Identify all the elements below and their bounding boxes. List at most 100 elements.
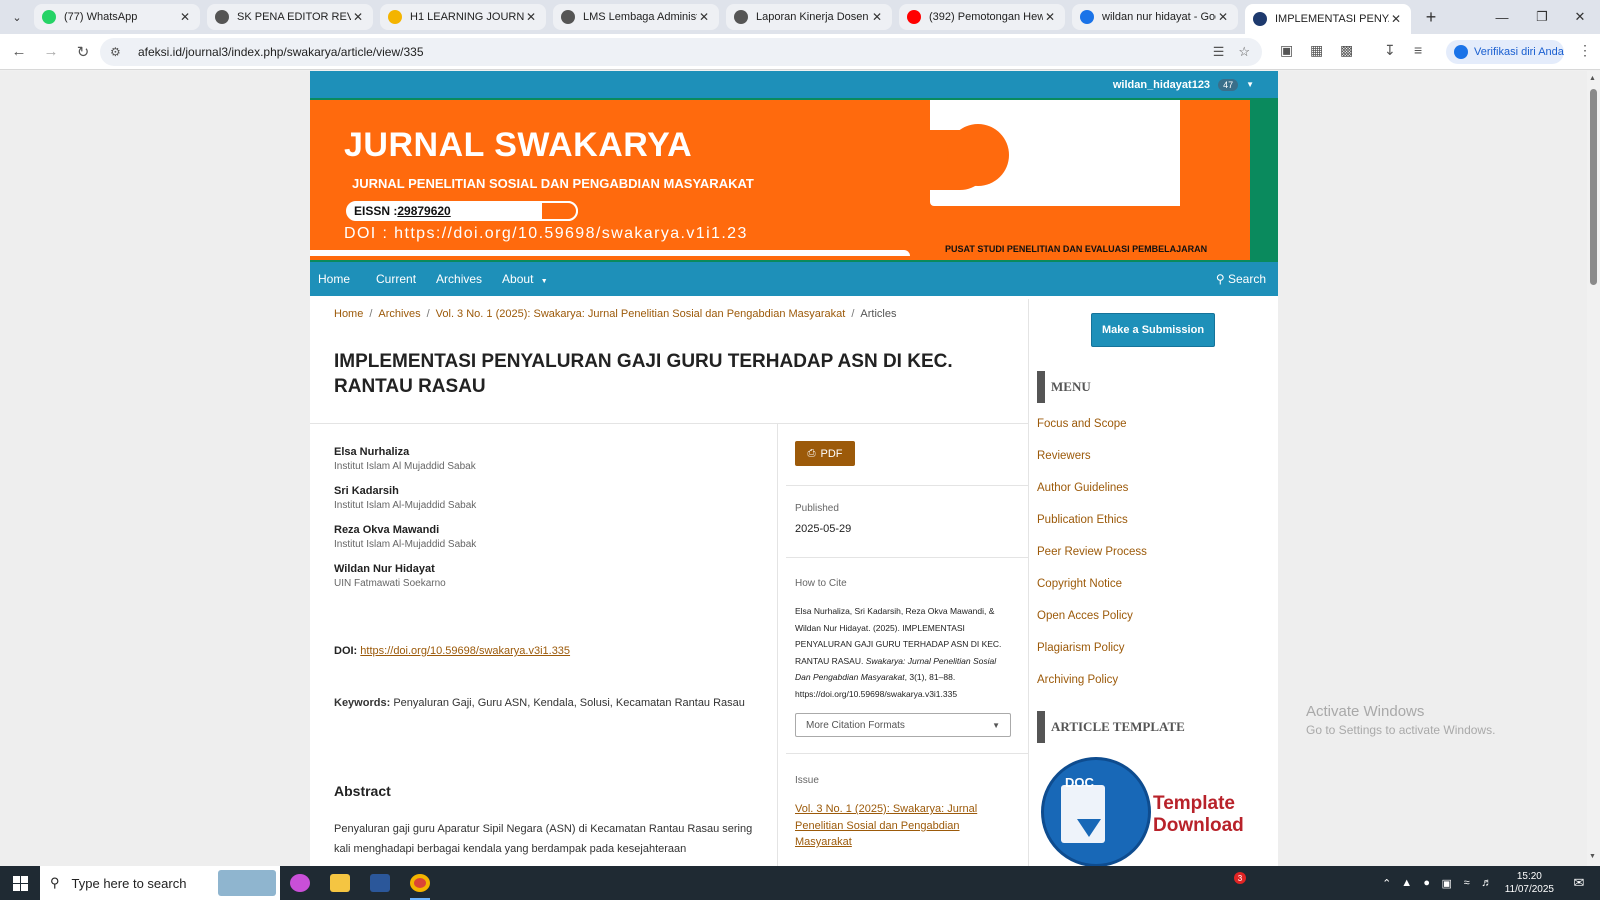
- author-affiliation: Institut Islam Al Mujaddid Sabak: [334, 461, 476, 472]
- cast-icon[interactable]: ▣: [1280, 42, 1293, 59]
- close-window-icon[interactable]: ✕: [1560, 0, 1600, 34]
- minimize-icon[interactable]: —: [1482, 0, 1522, 34]
- sidebar-menu-link[interactable]: Peer Review Process: [1037, 546, 1147, 558]
- details-divider: [786, 557, 1028, 558]
- bookmark-star-icon[interactable]: ☆: [1238, 44, 1250, 60]
- sidebar-menu-link[interactable]: Open Acces Policy: [1037, 610, 1133, 622]
- sidebar-menu-link[interactable]: Author Guidelines: [1037, 482, 1128, 494]
- tab-close-icon[interactable]: ✕: [178, 10, 192, 24]
- notification-center-icon[interactable]: ✉: [1568, 875, 1590, 891]
- download-icon[interactable]: ↧: [1384, 42, 1396, 59]
- tab-title: (392) Pemotongan Hewan: [929, 11, 1043, 23]
- citation-formats-select[interactable]: More Citation Formats ▼: [795, 713, 1011, 737]
- tab-close-icon[interactable]: ✕: [351, 10, 365, 24]
- sidebar-menu-link[interactable]: Copyright Notice: [1037, 578, 1122, 590]
- nav-about[interactable]: About ▼: [502, 272, 548, 286]
- author-affiliation: Institut Islam Al-Mujaddid Sabak: [334, 500, 477, 511]
- tab-close-icon[interactable]: ✕: [1216, 10, 1230, 24]
- windows-taskbar: ⚲ Type here to search ⌃ ▲ ● ▣ ≈ ♬ 15:20 …: [0, 866, 1600, 900]
- browser-tab[interactable]: LMS Lembaga Administrasi✕: [553, 4, 719, 30]
- search-magnifier-icon: ⚲: [50, 875, 60, 890]
- file-explorer-icon[interactable]: [320, 866, 360, 900]
- translate-icon[interactable]: ☰: [1213, 44, 1225, 60]
- browser-tab[interactable]: wildan nur hidayat - Goog ✕: [1072, 4, 1238, 30]
- address-bar[interactable]: ⚙ afeksi.id/journal3/index.php/swakarya/…: [100, 38, 1262, 66]
- web-page: wildan_hidayat123 47 ▼ JURNAL SWAKARYA J…: [0, 71, 1587, 866]
- security-shield-icon[interactable]: ▲: [1397, 877, 1417, 889]
- browser-tab[interactable]: IMPLEMENTASI PENYALU✕: [1245, 4, 1411, 34]
- start-button[interactable]: [0, 866, 40, 900]
- restore-icon[interactable]: ❐: [1522, 0, 1562, 34]
- tab-close-icon[interactable]: ✕: [524, 10, 538, 24]
- published-label: Published: [795, 503, 839, 514]
- taskbar-search-box[interactable]: ⚲ Type here to search: [40, 866, 280, 900]
- display-icon[interactable]: ▣: [1437, 877, 1457, 890]
- app-tray-icon[interactable]: ●: [1417, 877, 1437, 889]
- tab-close-icon[interactable]: ✕: [1043, 10, 1057, 24]
- new-tab-plus-icon[interactable]: +: [1418, 4, 1444, 30]
- user-dropdown-caret-icon[interactable]: ▼: [1246, 80, 1254, 89]
- issue-link[interactable]: Vol. 3 No. 1 (2025): Swakarya: Jurnal Pe…: [795, 801, 1005, 851]
- browser-tab[interactable]: (77) WhatsApp ✕: [34, 4, 200, 30]
- tab-close-icon[interactable]: ✕: [870, 10, 884, 24]
- article-doi: DOI: https://doi.org/10.59698/swakarya.v…: [334, 645, 570, 657]
- youtube-icon: [907, 10, 921, 24]
- sidebar-menu-link[interactable]: Reviewers: [1037, 450, 1091, 462]
- reload-icon[interactable]: ↻: [68, 37, 98, 67]
- pdf-button[interactable]: ⎙ PDF: [795, 441, 855, 466]
- nav-search[interactable]: ⚲ Search: [1216, 272, 1266, 286]
- wifi-icon[interactable]: ≈: [1457, 877, 1477, 889]
- sidebar-menu-link[interactable]: Focus and Scope: [1037, 418, 1127, 430]
- sidebar-menu-link[interactable]: Plagiarism Policy: [1037, 642, 1125, 654]
- browser-tab[interactable]: SK PENA EDITOR REVIEWER✕: [207, 4, 373, 30]
- browser-menu-icon[interactable]: ⋮: [1578, 42, 1592, 59]
- page-scrollbar[interactable]: ▲ ▼: [1587, 71, 1600, 866]
- details-divider: [786, 485, 1028, 486]
- tab-close-icon[interactable]: ✕: [697, 10, 711, 24]
- extensions-puzzle-icon[interactable]: ▩: [1340, 42, 1353, 59]
- journal-icon: [1253, 12, 1267, 26]
- eissn-pill-tail: [540, 201, 578, 221]
- scroll-down-arrow-icon[interactable]: ▼: [1589, 853, 1596, 860]
- browser-tab[interactable]: H1 LEARNING JOURNAL N✕: [380, 4, 546, 30]
- nav-archives[interactable]: Archives: [436, 272, 482, 286]
- nav-about-label: About: [502, 272, 534, 286]
- copilot-app-icon[interactable]: [280, 866, 320, 900]
- forward-arrow-icon[interactable]: →: [36, 37, 66, 67]
- title-divider: [310, 423, 1028, 424]
- make-submission-button[interactable]: Make a Submission: [1091, 313, 1215, 347]
- scroll-thumb[interactable]: [1590, 89, 1597, 285]
- speaker-icon[interactable]: ♬: [1477, 877, 1497, 889]
- media-queue-icon[interactable]: ≡: [1414, 42, 1422, 58]
- extension-palette-icon[interactable]: ▦: [1310, 42, 1323, 59]
- sidebar-menu-link[interactable]: Archiving Policy: [1037, 674, 1118, 686]
- tab-close-icon[interactable]: ✕: [1389, 12, 1403, 26]
- template-doc-label: DOC: [1065, 775, 1094, 790]
- crumb-issue[interactable]: Vol. 3 No. 1 (2025): Swakarya: Jurnal Pe…: [436, 308, 846, 320]
- chrome-app-icon[interactable]: [400, 866, 440, 900]
- column-divider: [777, 423, 778, 866]
- word-app-icon[interactable]: [360, 866, 400, 900]
- crumb-archives[interactable]: Archives: [378, 308, 420, 320]
- author-list: Elsa Nurhaliza Institut Islam Al Mujaddid…: [334, 445, 764, 601]
- journal-banner[interactable]: JURNAL SWAKARYA JURNAL PENELITIAN SOSIAL…: [310, 100, 1250, 260]
- verify-profile-button[interactable]: Verifikasi diri Anda: [1446, 40, 1564, 64]
- crumb-home[interactable]: Home: [334, 308, 363, 320]
- tab-list: (77) WhatsApp✕ SK PENA EDITOR REVIEWER✕ H1…: [34, 0, 1418, 34]
- nav-home[interactable]: Home: [318, 272, 350, 286]
- site-info-icon[interactable]: ⚙: [110, 45, 128, 59]
- sidebar-menu-link[interactable]: Publication Ethics: [1037, 514, 1128, 526]
- username-link[interactable]: wildan_hidayat123: [1113, 79, 1210, 91]
- abstract-text: Penyaluran gaji guru Aparatur Sipil Nega…: [334, 823, 753, 855]
- doi-link[interactable]: https://doi.org/10.59698/swakarya.v3i1.3…: [360, 645, 570, 657]
- nav-current[interactable]: Current: [376, 272, 416, 286]
- show-hidden-icons-chevron-icon[interactable]: ⌃: [1377, 877, 1397, 890]
- taskbar-clock[interactable]: 15:20 11/07/2025: [1505, 870, 1554, 896]
- scholar-icon: [1080, 10, 1094, 24]
- back-arrow-icon[interactable]: ←: [4, 37, 34, 67]
- scroll-up-arrow-icon[interactable]: ▲: [1589, 75, 1596, 82]
- main-nav: Home Current Archives About ▼ ⚲ Search: [310, 262, 1278, 296]
- browser-tab[interactable]: (392) Pemotongan Hewan✕: [899, 4, 1065, 30]
- tab-search-chevron-icon[interactable]: ⌄: [0, 0, 34, 34]
- browser-tab[interactable]: Laporan Kinerja Dosen UI ✕: [726, 4, 892, 30]
